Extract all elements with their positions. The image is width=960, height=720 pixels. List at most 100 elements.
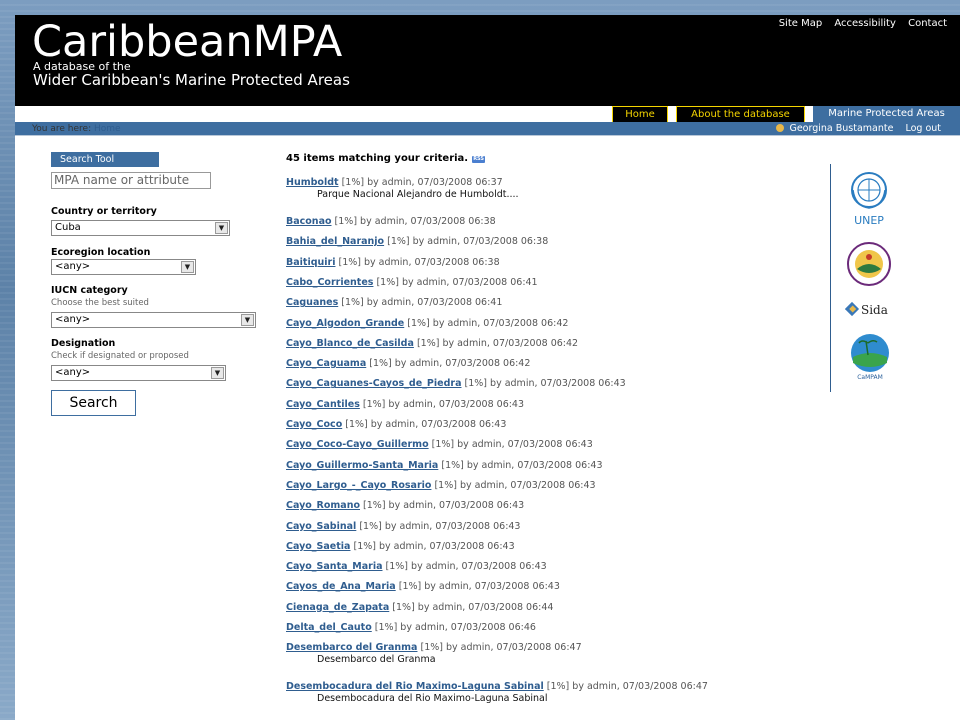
result-meta: [1%] by admin, 07/03/2008 06:43 bbox=[385, 561, 547, 573]
breadcrumb-prefix: You are here: bbox=[32, 124, 92, 134]
user-bar: Georgina Bustamante Log out bbox=[15, 122, 960, 135]
logo-divider bbox=[830, 164, 831, 392]
search-button[interactable]: Search bbox=[51, 390, 136, 416]
country-select-value: Cuba bbox=[55, 222, 81, 233]
result-title-link[interactable]: Cayo_Algodon_Grande bbox=[286, 318, 404, 329]
result-row: Desembarco del Granma [1%] by admin, 07/… bbox=[286, 642, 582, 654]
tab-about-database[interactable]: About the database bbox=[676, 106, 805, 122]
result-title-link[interactable]: Cayo_Coco-Cayo_Guillermo bbox=[286, 439, 429, 450]
unep-logo[interactable]: UNEP bbox=[845, 170, 893, 226]
iucn-label: IUCN category bbox=[51, 285, 128, 296]
result-row: Cayo_Romano [1%] by admin, 07/03/2008 06… bbox=[286, 500, 524, 512]
accessibility-link[interactable]: Accessibility bbox=[834, 18, 896, 29]
main-nav: Home About the database Marine Protected… bbox=[15, 106, 960, 122]
cep-logo[interactable] bbox=[845, 241, 893, 287]
result-meta: [1%] by admin, 07/03/2008 06:42 bbox=[369, 358, 531, 370]
result-title-link[interactable]: Cayo_Coco bbox=[286, 419, 342, 430]
result-meta: [1%] by admin, 07/03/2008 06:43 bbox=[353, 540, 515, 552]
result-meta: [1%] by admin, 07/03/2008 06:43 bbox=[431, 439, 593, 451]
result-meta: [1%] by admin, 07/03/2008 06:47 bbox=[546, 681, 708, 693]
country-label: Country or territory bbox=[51, 206, 157, 217]
result-meta: [1%] by admin, 07/03/2008 06:43 bbox=[398, 581, 560, 593]
result-meta: [1%] by admin, 07/03/2008 06:47 bbox=[420, 642, 582, 654]
tab-home[interactable]: Home bbox=[612, 106, 668, 122]
ecoregion-select-value: <any> bbox=[55, 261, 91, 272]
user-info: Georgina Bustamante Log out bbox=[776, 122, 941, 135]
result-title-link[interactable]: Cayo_Blanco_de_Casilda bbox=[286, 338, 414, 349]
campam-logo-text: CaMPAM bbox=[857, 374, 883, 381]
result-row: Cayo_Caguama [1%] by admin, 07/03/2008 0… bbox=[286, 358, 530, 370]
result-title-link[interactable]: Desembarco del Granma bbox=[286, 642, 417, 653]
result-row: Cayo_Caguanes-Cayos_de_Piedra [1%] by ad… bbox=[286, 378, 626, 390]
result-meta: [1%] by admin, 07/03/2008 06:38 bbox=[387, 236, 549, 248]
iucn-select[interactable]: <any> ▼ bbox=[51, 312, 256, 328]
contact-link[interactable]: Contact bbox=[908, 18, 947, 29]
result-title-link[interactable]: Baconao bbox=[286, 216, 332, 227]
iucn-select-value: <any> bbox=[55, 314, 91, 325]
result-row: Cayo_Algodon_Grande [1%] by admin, 07/03… bbox=[286, 318, 568, 330]
result-meta: [1%] by admin, 07/03/2008 06:46 bbox=[374, 622, 536, 633]
results-summary: 45 items matching your criteria. RSS bbox=[286, 153, 486, 164]
result-title-link[interactable]: Cayo_Caguama bbox=[286, 358, 366, 369]
result-title-link[interactable]: Bahia_del_Naranjo bbox=[286, 236, 384, 247]
result-description: Desembarco del Granma bbox=[317, 654, 436, 666]
result-title-link[interactable]: Delta_del_Cauto bbox=[286, 622, 372, 633]
result-meta: [1%] by admin, 07/03/2008 06:43 bbox=[434, 479, 596, 491]
result-description: Parque Nacional Alejandro de Humboldt...… bbox=[317, 189, 519, 200]
campam-logo[interactable]: CaMPAM bbox=[847, 333, 893, 387]
result-title-link[interactable]: Cayo_Cantiles bbox=[286, 399, 360, 410]
result-row: Cayo_Largo_-_Cayo_Rosario [1%] by admin,… bbox=[286, 480, 596, 492]
result-row: Humboldt [1%] by admin, 07/03/2008 06:37 bbox=[286, 177, 503, 189]
result-title-link[interactable]: Caguanes bbox=[286, 297, 338, 308]
result-row: Desembocadura del Rio Maximo-Laguna Sabi… bbox=[286, 681, 708, 693]
result-title-link[interactable]: Baitiquiri bbox=[286, 257, 335, 268]
result-row: Cienaga_de_Zapata [1%] by admin, 07/03/2… bbox=[286, 602, 553, 614]
designation-select[interactable]: <any> ▼ bbox=[51, 365, 226, 381]
result-title-link[interactable]: Cayo_Guillermo-Santa_Maria bbox=[286, 460, 438, 471]
result-meta: [1%] by admin, 07/03/2008 06:42 bbox=[407, 317, 569, 329]
result-title-link[interactable]: Cayo_Largo_-_Cayo_Rosario bbox=[286, 480, 431, 491]
result-meta: [1%] by admin, 07/03/2008 06:42 bbox=[416, 337, 579, 349]
result-row: Cayo_Sabinal [1%] by admin, 07/03/2008 0… bbox=[286, 521, 520, 533]
result-row: Cayo_Coco-Cayo_Guillermo [1%] by admin, … bbox=[286, 439, 593, 451]
utility-links: Site Map Accessibility Contact bbox=[770, 18, 947, 29]
result-meta: [1%] by admin, 07/03/2008 06:38 bbox=[338, 256, 500, 268]
search-input[interactable]: MPA name or attribute bbox=[51, 172, 211, 189]
ecoregion-select[interactable]: <any> ▼ bbox=[51, 259, 196, 275]
iucn-hint: Choose the best suited bbox=[51, 298, 149, 308]
designation-hint: Check if designated or proposed bbox=[51, 351, 189, 361]
result-meta: [1%] by admin, 07/03/2008 06:43 bbox=[362, 398, 525, 410]
tab-marine-protected-areas[interactable]: Marine Protected Areas bbox=[813, 106, 960, 122]
site-map-link[interactable]: Site Map bbox=[779, 18, 822, 29]
result-title-link[interactable]: Cabo_Corrientes bbox=[286, 277, 373, 288]
designation-label: Designation bbox=[51, 338, 116, 349]
result-title-link[interactable]: Humboldt bbox=[286, 177, 339, 188]
search-tool-header: Search Tool bbox=[51, 152, 159, 167]
result-title-link[interactable]: Cayo_Santa_Maria bbox=[286, 561, 383, 572]
result-row: Cayo_Coco [1%] by admin, 07/03/2008 06:4… bbox=[286, 419, 506, 431]
result-meta: [1%] by admin, 07/03/2008 06:43 bbox=[345, 419, 507, 430]
result-title-link[interactable]: Cayos_de_Ana_Maria bbox=[286, 581, 396, 592]
rss-icon[interactable]: RSS bbox=[472, 156, 486, 163]
breadcrumb-home-link[interactable]: Home bbox=[94, 124, 121, 134]
results-count-text: 45 items matching your criteria. bbox=[286, 153, 469, 164]
ecoregion-label: Ecoregion location bbox=[51, 247, 151, 258]
logout-link[interactable]: Log out bbox=[905, 123, 941, 134]
chevron-down-icon: ▼ bbox=[241, 314, 254, 326]
result-row: Cayo_Guillermo-Santa_Maria [1%] by admin… bbox=[286, 460, 603, 472]
result-title-link[interactable]: Cayo_Sabinal bbox=[286, 521, 356, 532]
result-meta: [1%] by admin, 07/03/2008 06:43 bbox=[363, 500, 525, 512]
result-title-link[interactable]: Cayo_Caguanes-Cayos_de_Piedra bbox=[286, 378, 462, 389]
result-row: Cabo_Corrientes [1%] by admin, 07/03/200… bbox=[286, 277, 538, 289]
sida-logo[interactable]: Sida bbox=[845, 300, 893, 320]
user-name-link[interactable]: Georgina Bustamante bbox=[789, 123, 893, 134]
chevron-down-icon: ▼ bbox=[215, 222, 228, 234]
result-title-link[interactable]: Cayo_Saetia bbox=[286, 541, 350, 552]
result-description: Desembocadura del Rio Maximo-Laguna Sabi… bbox=[317, 693, 548, 705]
result-title-link[interactable]: Cienaga_de_Zapata bbox=[286, 602, 389, 613]
result-row: Cayo_Cantiles [1%] by admin, 07/03/2008 … bbox=[286, 399, 524, 411]
breadcrumb-divider bbox=[15, 135, 960, 136]
country-select[interactable]: Cuba ▼ bbox=[51, 220, 230, 236]
result-title-link[interactable]: Cayo_Romano bbox=[286, 500, 360, 511]
result-title-link[interactable]: Desembocadura del Rio Maximo-Laguna Sabi… bbox=[286, 681, 544, 692]
